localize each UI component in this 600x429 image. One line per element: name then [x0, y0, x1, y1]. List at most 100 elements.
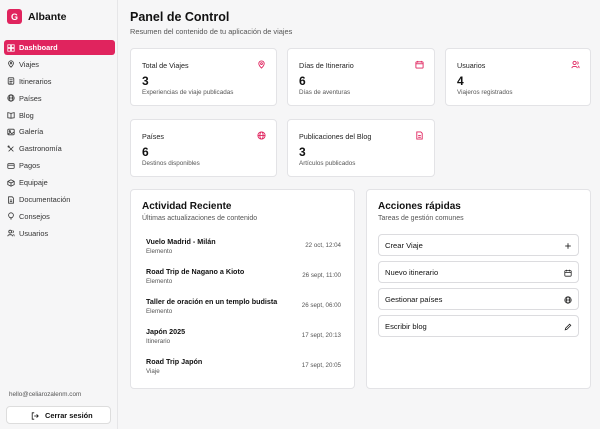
activity-item[interactable]: Vuelo Madrid - Milán Elemento 22 oct, 12…: [146, 237, 341, 255]
create-trip-button[interactable]: Crear Viaje: [378, 234, 579, 256]
calendar-icon: [415, 60, 424, 69]
utensils-icon: [7, 145, 14, 152]
activity-time: 22 oct, 12:04: [305, 242, 341, 249]
dashboard-icon: [7, 43, 15, 52]
stat-card-itinerario: Días de Itinerario 6 Días de aventuras: [287, 48, 435, 106]
sidebar-item-label: Viajes: [19, 59, 39, 69]
lightbulb-icon: [8, 212, 14, 220]
activity-type: Elemento: [146, 278, 173, 285]
sidebar-item-paises[interactable]: Países: [4, 91, 115, 106]
stat-label: Días de Itinerario: [299, 61, 354, 70]
button-label: Escribir blog: [385, 321, 427, 331]
button-label: Nuevo itinerario: [385, 267, 439, 277]
manage-countries-button[interactable]: Gestionar países: [378, 288, 579, 310]
stat-card-usuarios: Usuarios 4 Viajeros registrados: [445, 48, 591, 106]
activity-type: Elemento: [146, 248, 173, 255]
pencil-icon: [564, 323, 572, 331]
logout-button[interactable]: Cerrar sesión: [6, 406, 111, 424]
calendar-icon: [564, 269, 572, 277]
sidebar-item-label: Gastronomía: [19, 144, 62, 154]
brand-name: Albante: [28, 10, 67, 23]
sidebar-item-dashboard[interactable]: Dashboard: [4, 40, 115, 55]
sidebar-item-pagos[interactable]: Pagos: [4, 158, 115, 173]
globe-icon: [257, 131, 266, 140]
logout-label: Cerrar sesión: [45, 410, 93, 420]
activity-time: 17 sept, 20:13: [301, 332, 341, 339]
document-icon: [416, 131, 423, 140]
activity-type: Viaje: [146, 368, 160, 375]
user-email: hello@celiarozalenm.com: [9, 391, 82, 398]
activity-type: Itinerario: [146, 338, 171, 345]
sidebar-item-consejos[interactable]: Consejos: [4, 209, 115, 224]
stat-desc: Destinos disponibles: [142, 160, 200, 167]
activity-item[interactable]: Japón 2025 Itinerario 17 sept, 20:13: [146, 327, 341, 345]
stat-value: 3: [142, 74, 149, 88]
panel-subtitle: Tareas de gestión comunes: [378, 215, 464, 222]
stat-desc: Viajeros registrados: [457, 89, 513, 96]
brand-logo: G: [7, 9, 22, 24]
button-label: Crear Viaje: [385, 240, 423, 250]
stat-card-paises: Países 6 Destinos disponibles: [130, 119, 277, 177]
recent-activity-panel: Actividad Reciente Últimas actualizacion…: [130, 189, 355, 389]
stat-label: Países: [142, 132, 164, 141]
globe-icon: [564, 296, 572, 304]
new-itinerary-button[interactable]: Nuevo itinerario: [378, 261, 579, 283]
stat-card-viajes: Total de Viajes 3 Experiencias de viaje …: [130, 48, 277, 106]
panel-title: Acciones rápidas: [378, 201, 461, 212]
sidebar-item-gastronomia[interactable]: Gastronomía: [4, 141, 115, 156]
package-icon: [7, 178, 15, 187]
sidebar-item-itinerarios[interactable]: Itinerarios: [4, 74, 115, 89]
stat-label: Usuarios: [457, 61, 486, 70]
stat-label: Publicaciones del Blog: [299, 132, 372, 141]
sidebar-item-label: Documentación: [19, 195, 71, 205]
activity-item[interactable]: Taller de oración en un templo budista E…: [146, 297, 341, 315]
activity-time: 26 sept, 06:00: [301, 302, 341, 309]
sidebar: G Albante Dashboard Viajes Itinerarios P…: [0, 0, 118, 429]
globe-icon: [7, 94, 15, 102]
stat-desc: Artículos publicados: [299, 160, 356, 167]
logout-icon: [31, 412, 39, 420]
sidebar-item-label: Blog: [19, 110, 34, 120]
panel-title: Actividad Reciente: [142, 201, 232, 212]
sidebar-item-label: Consejos: [19, 211, 50, 221]
users-icon: [571, 60, 580, 69]
sidebar-item-galeria[interactable]: Galería: [4, 124, 115, 139]
stat-card-blog: Publicaciones del Blog 3 Artículos publi…: [287, 119, 435, 177]
panel-subtitle: Últimas actualizaciones de contenido: [142, 215, 258, 222]
activity-item[interactable]: Road Trip de Nagano a Kioto Elemento 26 …: [146, 267, 341, 285]
write-blog-button[interactable]: Escribir blog: [378, 315, 579, 337]
sidebar-item-usuarios[interactable]: Usuarios: [4, 226, 115, 241]
stat-label: Total de Viajes: [142, 61, 189, 70]
sidebar-item-label: Itinerarios: [19, 76, 52, 86]
activity-type: Elemento: [146, 308, 173, 315]
page-title: Panel de Control: [130, 10, 230, 24]
sidebar-item-blog[interactable]: Blog: [4, 108, 115, 123]
map-pin-icon: [258, 60, 265, 69]
list-icon: [7, 77, 15, 85]
activity-time: 17 sept, 20:05: [301, 362, 341, 369]
activity-item[interactable]: Road Trip Japón Viaje 17 sept, 20:05: [146, 357, 341, 375]
sidebar-item-label: Dashboard: [19, 43, 58, 52]
stat-value: 4: [457, 74, 464, 88]
stat-value: 6: [142, 145, 149, 159]
stat-desc: Días de aventuras: [299, 89, 351, 96]
book-icon: [7, 112, 15, 119]
sidebar-item-label: Países: [19, 93, 42, 103]
credit-card-icon: [7, 162, 15, 169]
users-icon: [7, 230, 15, 237]
page-subtitle: Resumen del contenido de tu aplicación d…: [130, 27, 293, 36]
image-icon: [7, 128, 15, 136]
sidebar-item-label: Pagos: [19, 161, 40, 171]
stat-value: 3: [299, 145, 306, 159]
sidebar-item-equipaje[interactable]: Equipaje: [4, 175, 115, 190]
sidebar-item-label: Equipaje: [19, 178, 48, 188]
map-pin-icon: [8, 60, 14, 69]
quick-actions-panel: Acciones rápidas Tareas de gestión comun…: [366, 189, 591, 389]
sidebar-item-documentacion[interactable]: Documentación: [4, 192, 115, 207]
button-label: Gestionar países: [385, 294, 443, 304]
activity-time: 26 sept, 11:00: [302, 272, 341, 279]
brand[interactable]: G Albante: [7, 9, 67, 24]
sidebar-item-viajes[interactable]: Viajes: [4, 57, 115, 72]
document-icon: [8, 195, 14, 204]
plus-icon: [565, 243, 571, 249]
